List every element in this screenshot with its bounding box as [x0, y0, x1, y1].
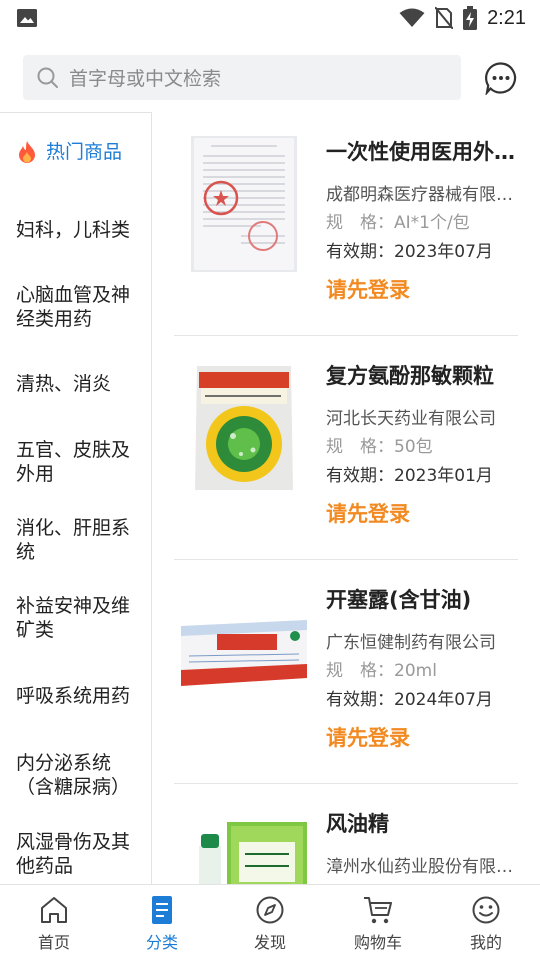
- category-icon: [152, 896, 172, 924]
- product-image: [174, 358, 314, 498]
- compass-icon: [256, 896, 284, 924]
- sidebar-item-label: 妇科，儿科类: [16, 219, 131, 241]
- fire-icon: [16, 140, 38, 164]
- sidebar-item-ent-skin[interactable]: 五官、皮肤及外用: [0, 423, 151, 501]
- sidebar-item-cardio-neuro[interactable]: 心脑血管及神经类用药: [0, 269, 151, 345]
- sidebar-item-label: 呼吸系统用药: [16, 685, 131, 707]
- sidebar-item-label: 消化、肝胆系统: [16, 517, 131, 563]
- product-card[interactable]: 风油精 漳州水仙药业股份有限公司: [152, 784, 540, 884]
- product-spec: 规 格：50包: [326, 437, 433, 457]
- image-notification-icon: [17, 9, 37, 27]
- search-icon: [37, 67, 58, 88]
- product-spec: 规 格：AI*1个/包: [326, 213, 470, 233]
- product-expiry: 有效期：2024年07月: [326, 690, 493, 710]
- smiley-icon: [472, 896, 500, 924]
- sidebar-item-respiratory[interactable]: 呼吸系统用药: [0, 657, 151, 735]
- product-image: [174, 806, 314, 884]
- status-time: 2:21: [487, 6, 526, 29]
- product-title: 一次性使用医用外科口罩: [326, 140, 522, 164]
- sidebar-item-label: 五官、皮肤及外用: [16, 439, 131, 485]
- sidebar-item-label: 内分泌系统（含糖尿病）: [16, 752, 131, 798]
- search-placeholder: 首字母或中文检索: [69, 68, 222, 90]
- product-image: [174, 582, 314, 722]
- tab-category[interactable]: 分类: [108, 885, 216, 960]
- category-sidebar: 热门商品 妇科，儿科类 心脑血管及神经类用药 清热、消炎 五官、皮肤及外用 消化…: [0, 112, 152, 884]
- product-card[interactable]: 开塞露(含甘油) 广东恒健制药有限公司 规 格：20ml 有效期：2024年07…: [152, 560, 540, 784]
- product-expiry: 有效期：2023年07月: [326, 242, 493, 262]
- tab-cart[interactable]: 购物车: [324, 885, 432, 960]
- product-list: 一次性使用医用外科口罩 成都明森医疗器械有限公司 规 格：AI*1个/包 有效期…: [152, 112, 540, 884]
- product-manufacturer: 漳州水仙药业股份有限公司: [326, 857, 522, 877]
- sidebar-item-digestive[interactable]: 消化、肝胆系统: [0, 501, 151, 579]
- login-prompt-link[interactable]: 请先登录: [326, 274, 410, 304]
- sidebar-item-label: 热门商品: [46, 141, 123, 163]
- product-title: 开塞露(含甘油): [326, 588, 472, 612]
- bottom-tab-bar: 首页 分类 发现 购物车 我的: [0, 884, 540, 960]
- product-spec: 规 格：20ml: [326, 661, 437, 681]
- tab-discover[interactable]: 发现: [216, 885, 324, 960]
- product-image: [174, 134, 314, 274]
- product-manufacturer: 河北长天药业有限公司: [326, 409, 496, 429]
- sidebar-item-label: 清热、消炎: [16, 373, 112, 395]
- login-prompt-link[interactable]: 请先登录: [326, 722, 410, 752]
- tab-label: 购物车: [353, 933, 402, 952]
- sidebar-item-endocrine[interactable]: 内分泌系统（含糖尿病）: [0, 735, 151, 815]
- tab-home[interactable]: 首页: [0, 885, 108, 960]
- sidebar-item-gyn-pediatric[interactable]: 妇科，儿科类: [0, 191, 151, 269]
- tab-label: 发现: [253, 933, 286, 952]
- tab-label: 首页: [37, 933, 70, 952]
- message-icon[interactable]: [484, 61, 518, 95]
- no-sim-icon: [435, 7, 454, 29]
- product-expiry: 有效期：2023年01月: [326, 466, 493, 486]
- sidebar-item-heat-clearing[interactable]: 清热、消炎: [0, 345, 151, 423]
- tab-label: 分类: [145, 933, 178, 952]
- product-card[interactable]: 一次性使用医用外科口罩 成都明森医疗器械有限公司 规 格：AI*1个/包 有效期…: [152, 112, 540, 336]
- sidebar-item-hot[interactable]: 热门商品: [0, 113, 151, 191]
- cart-icon: [364, 897, 392, 924]
- status-bar: 2:21: [0, 0, 540, 36]
- home-icon: [41, 897, 67, 923]
- sidebar-item-label: 风湿骨伤及其他药品: [16, 831, 131, 877]
- wifi-icon: [399, 8, 425, 27]
- sidebar-item-tonic-vitamins[interactable]: 补益安神及维矿类: [0, 579, 151, 657]
- sidebar-item-rheumatism[interactable]: 风湿骨伤及其他药品: [0, 815, 151, 884]
- battery-charging-icon: [463, 6, 478, 30]
- product-manufacturer: 广东恒健制药有限公司: [326, 633, 496, 653]
- product-title: 复方氨酚那敏颗粒: [326, 364, 494, 388]
- product-manufacturer: 成都明森医疗器械有限公司: [326, 185, 522, 205]
- login-prompt-link[interactable]: 请先登录: [326, 498, 410, 528]
- product-title: 风油精: [326, 812, 389, 836]
- product-card[interactable]: 复方氨酚那敏颗粒 河北长天药业有限公司 规 格：50包 有效期：2023年01月…: [152, 336, 540, 560]
- tab-label: 我的: [469, 933, 502, 952]
- sidebar-item-label: 心脑血管及神经类用药: [16, 284, 131, 330]
- tab-profile[interactable]: 我的: [432, 885, 540, 960]
- sidebar-item-label: 补益安神及维矿类: [16, 595, 131, 641]
- search-input[interactable]: 首字母或中文检索: [23, 55, 461, 100]
